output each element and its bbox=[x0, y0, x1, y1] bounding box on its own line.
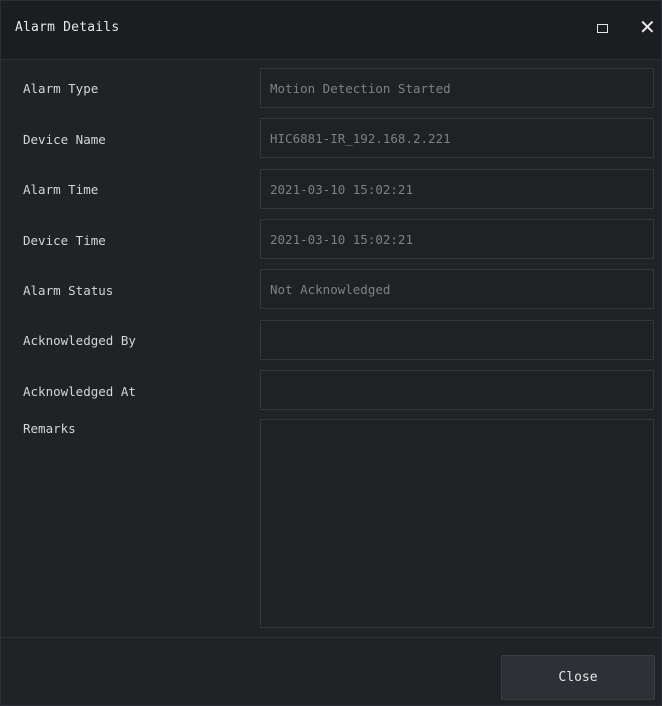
remarks-textarea[interactable] bbox=[260, 419, 654, 628]
device-time-label: Device Time bbox=[23, 233, 106, 248]
title-bar: Alarm Details ✕ bbox=[1, 1, 661, 60]
alarm-details-dialog: Alarm Details ✕ Alarm Type Device Name A… bbox=[0, 0, 662, 706]
alarm-status-field[interactable] bbox=[260, 269, 654, 309]
close-button[interactable]: Close bbox=[501, 655, 655, 700]
remarks-label: Remarks bbox=[23, 421, 76, 436]
device-time-field[interactable] bbox=[260, 219, 654, 259]
alarm-type-label: Alarm Type bbox=[23, 81, 99, 96]
footer-divider bbox=[1, 637, 661, 638]
alarm-time-field[interactable] bbox=[260, 169, 654, 209]
dialog-title: Alarm Details bbox=[15, 20, 120, 35]
acknowledged-at-label: Acknowledged At bbox=[23, 384, 136, 399]
close-icon[interactable]: ✕ bbox=[639, 17, 656, 37]
maximize-icon[interactable] bbox=[597, 24, 608, 33]
acknowledged-by-label: Acknowledged By bbox=[23, 333, 136, 348]
acknowledged-by-field[interactable] bbox=[260, 320, 654, 360]
device-name-label: Device Name bbox=[23, 132, 106, 147]
alarm-status-label: Alarm Status bbox=[23, 283, 114, 298]
acknowledged-at-field[interactable] bbox=[260, 370, 654, 410]
alarm-time-label: Alarm Time bbox=[23, 182, 99, 197]
alarm-type-field[interactable] bbox=[260, 68, 654, 108]
device-name-field[interactable] bbox=[260, 118, 654, 158]
